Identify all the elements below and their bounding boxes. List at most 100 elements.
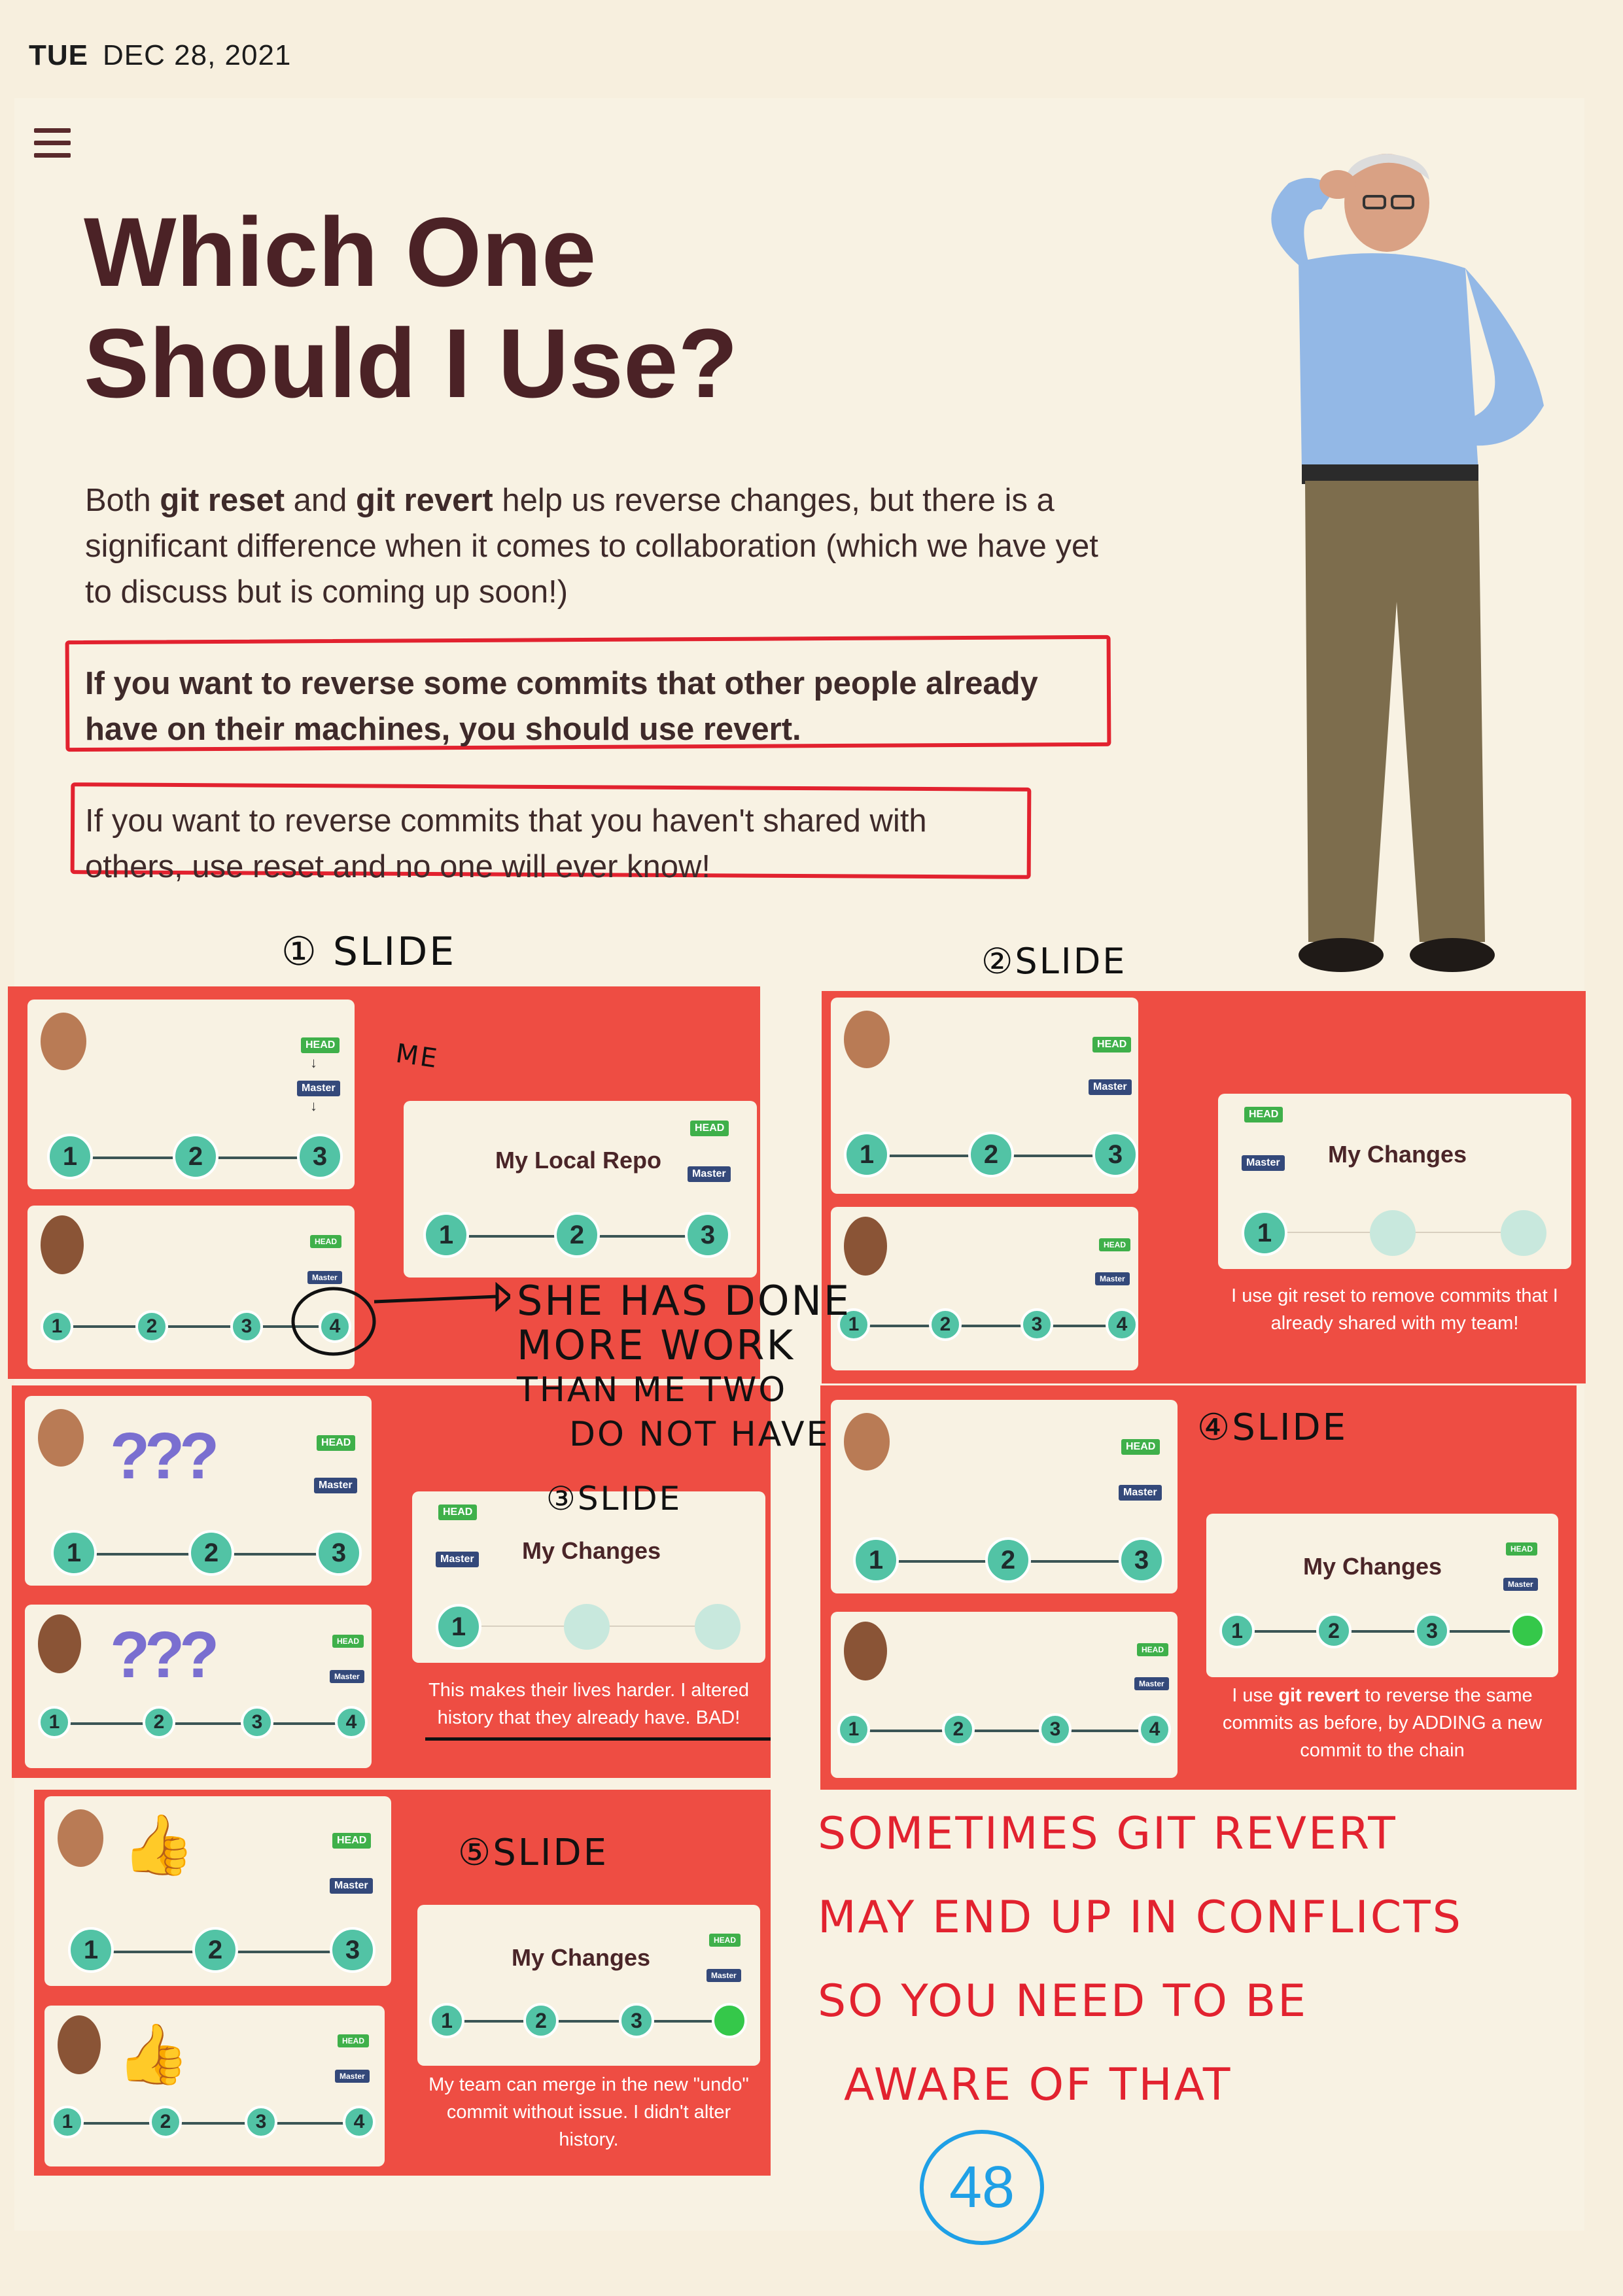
slide-2-annotation: ②SLIDE [981, 941, 1127, 982]
git-revert-term: git revert [356, 483, 493, 518]
commit-node: 2 [554, 1212, 600, 1258]
head-label: HEAD [438, 1505, 478, 1520]
hamburger-icon[interactable] [34, 128, 71, 165]
his-repo-card: HEAD Master 1 2 3 [831, 998, 1138, 1194]
commit-node: 3 [297, 1134, 343, 1179]
master-label: Master [330, 1670, 364, 1683]
commit-node: 2 [173, 1134, 218, 1179]
woman-avatar [844, 1217, 887, 1276]
removed-commit [564, 1604, 610, 1650]
commit-node: 1 [51, 2106, 84, 2138]
slide-3-annotation: ③SLIDE [546, 1480, 682, 1518]
commit-node: 3 [1092, 1132, 1138, 1177]
arrow-down-icon: ↓ [310, 1098, 317, 1114]
reset-note: If you want to reverse commits that you … [85, 803, 927, 884]
date-header: TUE DEC 28, 2021 [29, 39, 291, 72]
git-reset-term: git reset [160, 483, 285, 518]
head-label: HEAD [310, 1235, 342, 1248]
card-title: My Changes [1303, 1553, 1442, 1580]
commit-node: 1 [837, 1713, 870, 1746]
master-label: Master [1242, 1155, 1285, 1171]
arrow-down-icon: ↓ [310, 1054, 317, 1071]
slide-5-annotation: ⑤SLIDE [458, 1832, 608, 1874]
woman-avatar [41, 1215, 84, 1274]
his-repo-card: ??? HEAD Master 1 2 3 [25, 1396, 372, 1586]
master-label: Master [314, 1478, 357, 1493]
thumbs-up-icon: 👍 [116, 2022, 190, 2087]
head-label: HEAD [709, 1934, 741, 1947]
head-label: HEAD [1137, 1643, 1169, 1656]
master-label: Master [1095, 1272, 1130, 1285]
head-label: HEAD [1121, 1439, 1161, 1455]
revert-commit [712, 2003, 747, 2038]
thinking-man-image [1271, 154, 1544, 972]
removed-commit [1370, 1210, 1416, 1256]
commit-node: 3 [1119, 1537, 1164, 1583]
removed-commit [1501, 1210, 1546, 1256]
commit-node: 2 [1316, 1613, 1352, 1648]
woman-avatar [58, 2015, 101, 2074]
woman-avatar [38, 1614, 81, 1673]
commit-node: 3 [330, 1927, 375, 1973]
commit-node: 1 [1219, 1613, 1255, 1648]
date-label: DEC 28, 2021 [103, 39, 292, 71]
card-title: My Local Repo [495, 1147, 662, 1174]
she-note-annotation: SHE HAS DONE MORE WORK THAN ME TWO DO NO… [517, 1277, 852, 1455]
git-revert-term: git revert [1278, 1685, 1360, 1706]
master-label: Master [707, 1969, 741, 1982]
my-changes-card: My Changes HEAD Master 1 2 3 [1206, 1514, 1558, 1677]
head-label: HEAD [332, 1833, 372, 1849]
commit-node: 2 [149, 2106, 182, 2138]
his-repo-card: HEAD ↓ Master ↓ 1 2 3 [27, 1000, 355, 1189]
commit-node: 4 [343, 2106, 375, 2138]
commit-node: 1 [423, 1212, 469, 1258]
master-label: Master [1089, 1079, 1132, 1095]
commit-node: 3 [1039, 1713, 1072, 1746]
commit-node: 1 [38, 1706, 71, 1739]
slide-caption: My team can merge in the new "undo" comm… [428, 2074, 749, 2150]
commit-node: 2 [135, 1310, 168, 1343]
commit-node: 4 [1138, 1713, 1171, 1746]
master-label: Master [330, 1878, 373, 1894]
my-changes-card: HEAD Master My Changes 1 [1218, 1094, 1571, 1269]
slide-2: HEAD Master 1 2 3 HEAD Master 1 2 3 4 HE… [822, 991, 1586, 1383]
commit-node: 3 [230, 1310, 263, 1343]
his-repo-card: HEAD Master 1 2 3 [831, 1400, 1178, 1593]
slide-caption: I use git reset to remove commits that I… [1231, 1285, 1558, 1334]
commit-node: 1 [47, 1134, 93, 1179]
her-repo-card: HEAD Master 1 2 3 4 [831, 1612, 1178, 1778]
day-label: TUE [29, 39, 88, 71]
woman-avatar [844, 1622, 887, 1680]
card-title: My Changes [1328, 1141, 1467, 1168]
commit-node: 2 [968, 1132, 1014, 1177]
her-repo-card: 👍 HEAD Master 1 2 3 4 [44, 2006, 385, 2166]
commit-node: 1 [41, 1310, 73, 1343]
commit-node: 1 [844, 1132, 890, 1177]
commit-node: 3 [1414, 1613, 1450, 1648]
head-label: HEAD [1244, 1107, 1283, 1122]
head-label: HEAD [317, 1435, 356, 1451]
her-repo-card: HEAD Master 1 2 3 4 [831, 1207, 1138, 1370]
removed-commit [695, 1604, 741, 1650]
commit-node: 2 [929, 1308, 962, 1341]
circle-arrow-mark [291, 1282, 510, 1356]
title-line-2: Should I Use? [84, 308, 739, 418]
commit-node: 1 [429, 2003, 464, 2038]
slide-1-annotation: ① SLIDE [281, 929, 457, 975]
master-label: Master [1134, 1677, 1169, 1690]
revert-commit [1510, 1613, 1545, 1648]
my-local-repo-card: My Local Repo HEAD Master 1 2 3 [404, 1101, 757, 1278]
master-label: Master [688, 1166, 731, 1182]
his-repo-card: 👍 HEAD Master 1 2 3 [44, 1796, 391, 1986]
man-avatar [58, 1809, 103, 1867]
head-label: HEAD [338, 2034, 370, 2047]
page-number-annotation: 48 [920, 2130, 1044, 2245]
head-label: HEAD [1099, 1238, 1131, 1251]
intro-paragraph: Both git reset and git revert help us re… [85, 483, 1098, 610]
underline-mark [425, 1737, 771, 1741]
commit-node: 2 [942, 1713, 975, 1746]
title-line-1: Which One [84, 197, 597, 307]
man-avatar [41, 1013, 86, 1070]
man-avatar [38, 1409, 84, 1467]
commit-node: 1 [1242, 1210, 1287, 1256]
